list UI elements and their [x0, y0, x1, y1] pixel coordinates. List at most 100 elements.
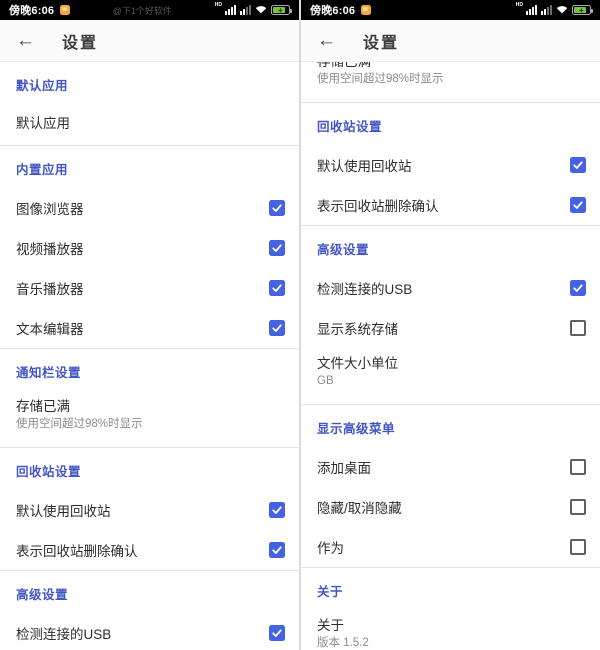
- section-header: 回收站设置: [0, 448, 299, 490]
- hd-label: HD: [215, 2, 222, 7]
- item-sublabel: 使用空间超过98%时显示: [16, 416, 283, 433]
- settings-item[interactable]: 默认应用: [0, 104, 299, 140]
- section-header: 回收站设置: [301, 103, 600, 145]
- checkbox-icon[interactable]: [269, 280, 285, 296]
- section-header: 内置应用: [0, 146, 299, 188]
- checkbox-icon[interactable]: [570, 499, 586, 515]
- settings-item[interactable]: 存储已满使用空间超过98%时显示: [301, 62, 600, 102]
- checkbox-icon[interactable]: [269, 200, 285, 216]
- settings-checkbox-item[interactable]: 检测连接的USB: [0, 613, 299, 650]
- status-icons: HD +: [214, 1, 290, 19]
- charging-bolt-icon: +: [278, 6, 283, 15]
- item-label: 默认使用回收站: [16, 500, 269, 520]
- settings-checkbox-item[interactable]: 添加桌面: [301, 447, 600, 487]
- section-header-label: 回收站设置: [16, 461, 81, 480]
- settings-checkbox-item[interactable]: 图像浏览器: [0, 188, 299, 228]
- settings-checkbox-item[interactable]: 音乐播放器: [0, 268, 299, 308]
- section-header-label: 显示高级菜单: [317, 418, 395, 437]
- page-title: 设置: [62, 29, 98, 53]
- settings-item[interactable]: 关于版本 1.5.2: [301, 610, 600, 650]
- settings-checkbox-item[interactable]: 默认使用回收站: [0, 490, 299, 530]
- clock: 傍晚6:06: [310, 2, 355, 18]
- item-label: 检测连接的USB: [16, 623, 269, 643]
- item-sublabel: 使用空间超过98%时显示: [317, 71, 584, 88]
- section-header-label: 高级设置: [317, 239, 369, 258]
- checkbox-icon[interactable]: [269, 502, 285, 518]
- wifi-icon: [556, 1, 568, 19]
- settings-checkbox-item[interactable]: 表示回收站删除确认: [0, 530, 299, 570]
- item-label: 添加桌面: [317, 457, 570, 477]
- signal-bars-icon-sim2: [541, 5, 552, 15]
- signal-bars-icon-sim1: [526, 5, 537, 15]
- checkbox-icon[interactable]: [570, 459, 586, 475]
- charging-bolt-icon: +: [579, 6, 584, 15]
- item-label: 隐藏/取消隐藏: [317, 497, 570, 517]
- wifi-icon: [255, 1, 267, 19]
- item-label: 图像浏览器: [16, 198, 269, 218]
- app-bar: ← 设置: [0, 20, 299, 62]
- notification-app-icon: [361, 5, 371, 15]
- hd-label: HD: [516, 2, 523, 7]
- item-label: 显示系统存储: [317, 318, 570, 338]
- section-header: 通知栏设置: [0, 349, 299, 391]
- clock: 傍晚6:06: [9, 2, 54, 18]
- signal-bars-icon-sim1: [225, 5, 236, 15]
- section-header-label: 通知栏设置: [16, 362, 81, 381]
- checkbox-icon[interactable]: [269, 542, 285, 558]
- settings-checkbox-item[interactable]: 隐藏/取消隐藏: [301, 487, 600, 527]
- item-label: 音乐播放器: [16, 278, 269, 298]
- item-label: 默认应用: [16, 112, 70, 132]
- screenshot-panel-left: 傍晚6:06 @下1个好软件 HD + ← 设置 默认应用默认应用内置应用图像浏…: [0, 0, 299, 650]
- section-header: 关于: [301, 568, 600, 610]
- notification-app-icon: [60, 5, 70, 15]
- item-label: 文本编辑器: [16, 318, 269, 338]
- item-label: 表示回收站删除确认: [317, 195, 570, 215]
- item-label: 视频播放器: [16, 238, 269, 258]
- settings-list: 存储已满使用空间超过98%时显示回收站设置默认使用回收站表示回收站删除确认高级设…: [301, 62, 600, 650]
- checkbox-icon[interactable]: [570, 197, 586, 213]
- item-label: 检测连接的USB: [317, 278, 570, 298]
- item-label: 表示回收站删除确认: [16, 540, 269, 560]
- checkbox-icon[interactable]: [570, 539, 586, 555]
- item-label: 作为: [317, 537, 570, 557]
- item-label: 文件大小单位: [317, 355, 584, 373]
- checkbox-icon[interactable]: [269, 240, 285, 256]
- page-title: 设置: [363, 29, 399, 53]
- settings-checkbox-item[interactable]: 作为: [301, 527, 600, 567]
- checkbox-icon[interactable]: [570, 280, 586, 296]
- item-label: 关于: [317, 617, 584, 635]
- item-sublabel: GB: [317, 373, 584, 390]
- checkbox-icon[interactable]: [269, 625, 285, 641]
- settings-item[interactable]: 文件大小单位GB: [301, 348, 600, 404]
- checkbox-icon[interactable]: [269, 320, 285, 336]
- status-icons: HD +: [515, 1, 591, 19]
- settings-checkbox-item[interactable]: 表示回收站删除确认: [301, 185, 600, 225]
- item-label: 存储已满: [317, 62, 584, 71]
- item-sublabel: 版本 1.5.2: [317, 635, 584, 650]
- checkbox-icon[interactable]: [570, 157, 586, 173]
- settings-checkbox-item[interactable]: 检测连接的USB: [301, 268, 600, 308]
- section-header: 高级设置: [0, 571, 299, 613]
- section-header-label: 高级设置: [16, 584, 68, 603]
- checkbox-icon[interactable]: [570, 320, 586, 336]
- app-bar: ← 设置: [301, 20, 600, 62]
- section-header-label: 回收站设置: [317, 116, 382, 135]
- section-header: 默认应用: [0, 62, 299, 104]
- settings-checkbox-item[interactable]: 文本编辑器: [0, 308, 299, 348]
- section-header: 高级设置: [301, 226, 600, 268]
- section-header-label: 内置应用: [16, 159, 68, 178]
- status-bar: 傍晚6:06 @下1个好软件 HD +: [0, 0, 299, 20]
- section-header-label: 默认应用: [16, 75, 68, 94]
- back-button[interactable]: ←: [317, 31, 336, 50]
- settings-item[interactable]: 存储已满使用空间超过98%时显示: [0, 391, 299, 447]
- settings-checkbox-item[interactable]: 显示系统存储: [301, 308, 600, 348]
- section-header-label: 关于: [317, 581, 343, 600]
- back-button[interactable]: ←: [16, 31, 35, 50]
- item-label: 存储已满: [16, 398, 283, 416]
- signal-bars-icon-sim2: [240, 5, 251, 15]
- battery-icon: +: [271, 5, 290, 15]
- settings-checkbox-item[interactable]: 默认使用回收站: [301, 145, 600, 185]
- settings-checkbox-item[interactable]: 视频播放器: [0, 228, 299, 268]
- screenshot-panel-right: 傍晚6:06 HD + ← 设置 存储已满使用空间超过98%时显示回收站设置默认…: [301, 0, 600, 650]
- battery-icon: +: [572, 5, 591, 15]
